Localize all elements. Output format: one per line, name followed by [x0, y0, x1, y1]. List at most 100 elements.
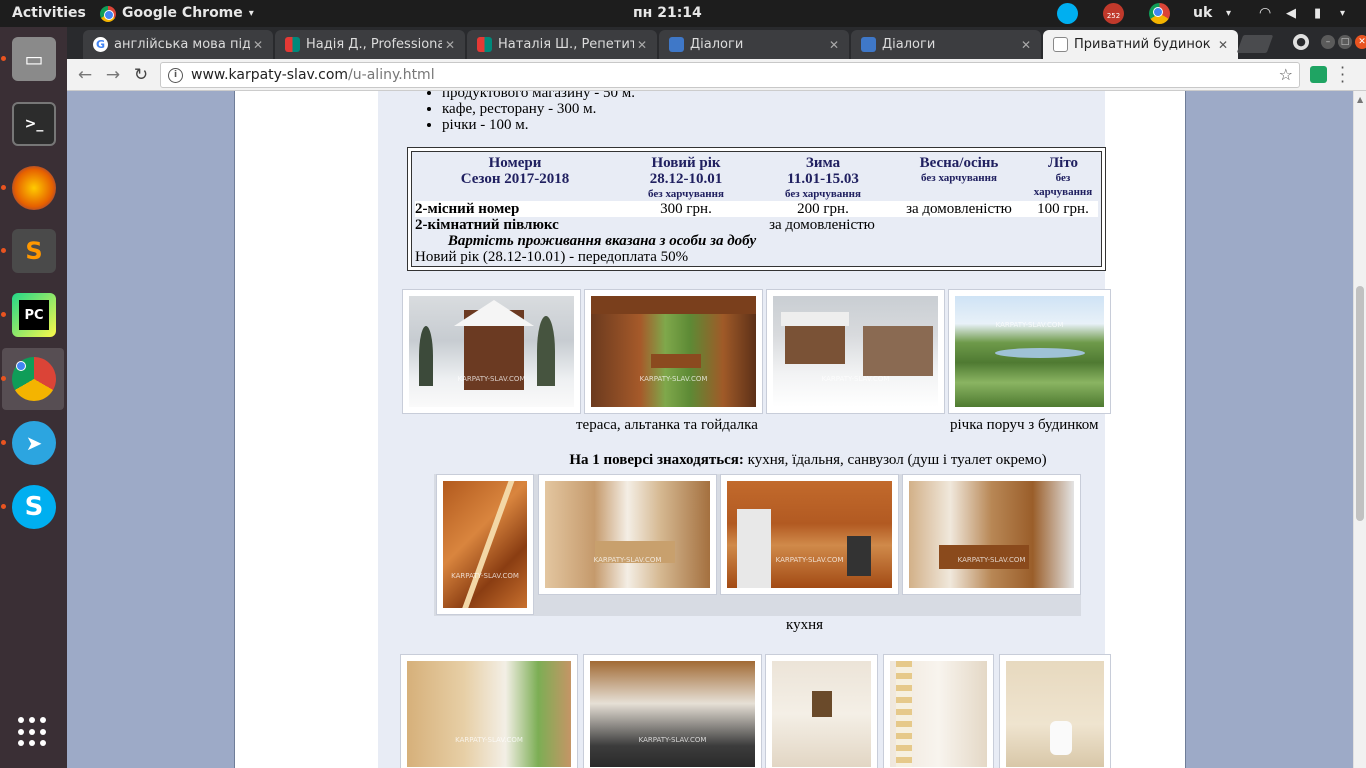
extension-icon[interactable]	[1310, 66, 1327, 83]
terminal-icon: >_	[12, 102, 56, 146]
dock-chrome[interactable]	[1, 348, 64, 410]
keyboard-layout-indicator[interactable]: uk	[1193, 0, 1212, 27]
watermark: KARPATY-SLAV.COM	[455, 735, 523, 744]
app-menu-label: Google Chrome	[122, 5, 243, 21]
page-scrollbar[interactable]: ▲	[1353, 91, 1366, 768]
price-summer: 100 грн.	[1037, 201, 1089, 217]
scroll-up-icon[interactable]: ▲	[1357, 95, 1363, 104]
tab-label: англійська мова піді	[114, 37, 250, 52]
tab-3[interactable]: Наталія Ш., Репетит ✕	[467, 30, 657, 59]
header-newyear: Новий рік 28.12-10.01 без харчування	[648, 155, 724, 200]
photo-toilet[interactable]	[999, 654, 1111, 768]
floor1-label: На 1 поверсі знаходяться:	[569, 452, 744, 468]
watermark: KARPATY-SLAV.COM	[995, 321, 1064, 330]
photo-gazebo-snow[interactable]: KARPATY-SLAV.COM	[766, 289, 945, 414]
dock-skype[interactable]: S	[1, 476, 64, 538]
dock-firefox[interactable]	[1, 157, 64, 219]
firefox-icon	[12, 166, 56, 210]
price-note: Вартість проживання вказана з особи за д…	[447, 233, 757, 249]
table-row: 2-місний номер 300 грн. 200 грн. за домо…	[415, 201, 1098, 217]
pycharm-icon: PC	[12, 293, 56, 337]
gallery1-caption-left: тераса, альтанка та гойдалка	[576, 417, 758, 433]
close-icon[interactable]: ✕	[1215, 38, 1231, 52]
dialog-chat-icon	[669, 37, 684, 52]
profile-icon[interactable]: ●	[1293, 34, 1309, 50]
maximize-icon[interactable]: □	[1338, 35, 1352, 49]
price-table: Номери Сезон 2017-2018 Новий рік 28.12-10.…	[407, 147, 1106, 271]
header-spring: Весна/осінь без харчування	[919, 155, 999, 184]
file-cabinet-icon: ▭	[12, 37, 56, 81]
dock-telegram[interactable]: ➤	[1, 412, 64, 474]
address-bar[interactable]: i www.karpaty-slav.com/u-aliny.html ☆	[160, 62, 1300, 88]
dock-pycharm[interactable]: PC	[1, 284, 64, 346]
back-icon[interactable]: ←	[73, 63, 97, 87]
skype-tray-icon[interactable]	[1057, 3, 1078, 24]
info-icon[interactable]: i	[168, 68, 183, 83]
dock-files[interactable]: ▭	[1, 28, 64, 90]
watermark: KARPATY-SLAV.COM	[638, 735, 707, 744]
watermark: KARPATY-SLAV.COM	[775, 556, 844, 565]
photo-shower[interactable]	[883, 654, 994, 768]
tab-5[interactable]: Діалоги ✕	[851, 30, 1041, 59]
app-menu[interactable]: Google Chrome ▾	[100, 0, 254, 27]
chevron-down-icon[interactable]: ▾	[1226, 0, 1231, 27]
close-window-icon[interactable]: ✕	[1355, 35, 1366, 49]
dock-terminal[interactable]: >_	[2, 93, 64, 155]
close-icon[interactable]: ✕	[442, 38, 458, 52]
running-indicator	[1, 504, 6, 509]
scrollbar-thumb[interactable]	[1356, 286, 1364, 521]
list-item: річки - 100 м.	[442, 117, 635, 133]
clock[interactable]: пн 21:14	[633, 0, 702, 27]
photo-dining-2[interactable]: KARPATY-SLAV.COM	[902, 474, 1081, 595]
system-menu-caret-icon[interactable]: ▾	[1340, 0, 1345, 27]
price-all: за домовленістю	[769, 217, 875, 233]
photo-dining-1[interactable]: KARPATY-SLAV.COM	[538, 474, 717, 595]
activities-button[interactable]: Activities	[12, 0, 86, 27]
battery-icon[interactable]: ▮	[1314, 0, 1321, 27]
wifi-icon[interactable]: ◠	[1259, 0, 1271, 27]
room-name: 2-місний номер	[415, 201, 520, 217]
photo-lounge[interactable]: KARPATY-SLAV.COM	[583, 654, 762, 768]
url-text: www.karpaty-slav.com/u-aliny.html	[191, 67, 435, 83]
tab-2[interactable]: Надія Д., Professiona ✕	[275, 30, 465, 59]
photo-house-winter[interactable]: KARPATY-SLAV.COM	[402, 289, 581, 414]
photo-dining-room[interactable]: KARPATY-SLAV.COM	[400, 654, 578, 768]
tab-1[interactable]: G англійська мова піді ✕	[83, 30, 273, 59]
photo-river[interactable]: KARPATY-SLAV.COM	[948, 289, 1111, 414]
close-icon[interactable]: ✕	[1018, 38, 1034, 52]
chrome-icon	[100, 5, 116, 22]
tab-label: Наталія Ш., Репетит	[498, 37, 634, 52]
tab-label: Діалоги	[690, 37, 744, 52]
browser-toolbar: ← → ↻ i www.karpaty-slav.com/u-aliny.htm…	[67, 59, 1366, 91]
tab-label: Надія Д., Professiona	[306, 37, 442, 52]
new-tab-button[interactable]	[1236, 35, 1274, 53]
tab-label: Приватний будинок	[1074, 37, 1211, 52]
close-icon[interactable]: ✕	[250, 38, 266, 52]
dock-sublime[interactable]: S	[1, 220, 64, 282]
close-icon[interactable]: ✕	[634, 38, 650, 52]
tab-4[interactable]: Діалоги ✕	[659, 30, 849, 59]
minimize-icon[interactable]: –	[1321, 35, 1335, 49]
chrome-tray-icon[interactable]	[1149, 3, 1170, 24]
price-newyear: 300 грн.	[660, 201, 712, 217]
dialog-chat-icon	[861, 37, 876, 52]
watermark: KARPATY-SLAV.COM	[639, 374, 708, 383]
notification-badge[interactable]: 252	[1103, 3, 1124, 24]
photo-bathroom-sink[interactable]	[765, 654, 878, 768]
photo-kitchen[interactable]: KARPATY-SLAV.COM	[720, 474, 899, 595]
price-spring: за домовленістю	[906, 201, 1012, 217]
volume-icon[interactable]: ◀	[1286, 0, 1296, 27]
price-winter: 200 грн.	[797, 201, 849, 217]
running-indicator	[1, 56, 6, 61]
photo-staircase[interactable]: KARPATY-SLAV.COM	[436, 474, 534, 615]
bookmark-star-icon[interactable]: ☆	[1279, 65, 1293, 84]
telegram-icon: ➤	[12, 421, 56, 465]
forward-icon[interactable]: →	[101, 63, 125, 87]
tab-6-active[interactable]: Приватний будинок ✕	[1043, 30, 1238, 59]
show-applications-icon[interactable]	[18, 717, 48, 747]
more-menu-icon[interactable]: · · ·	[1340, 60, 1350, 90]
photo-terrace[interactable]: KARPATY-SLAV.COM	[584, 289, 763, 414]
reload-icon[interactable]: ↻	[129, 63, 153, 87]
room-name: 2-кімнатний півлюкс	[415, 217, 559, 233]
close-icon[interactable]: ✕	[826, 38, 842, 52]
